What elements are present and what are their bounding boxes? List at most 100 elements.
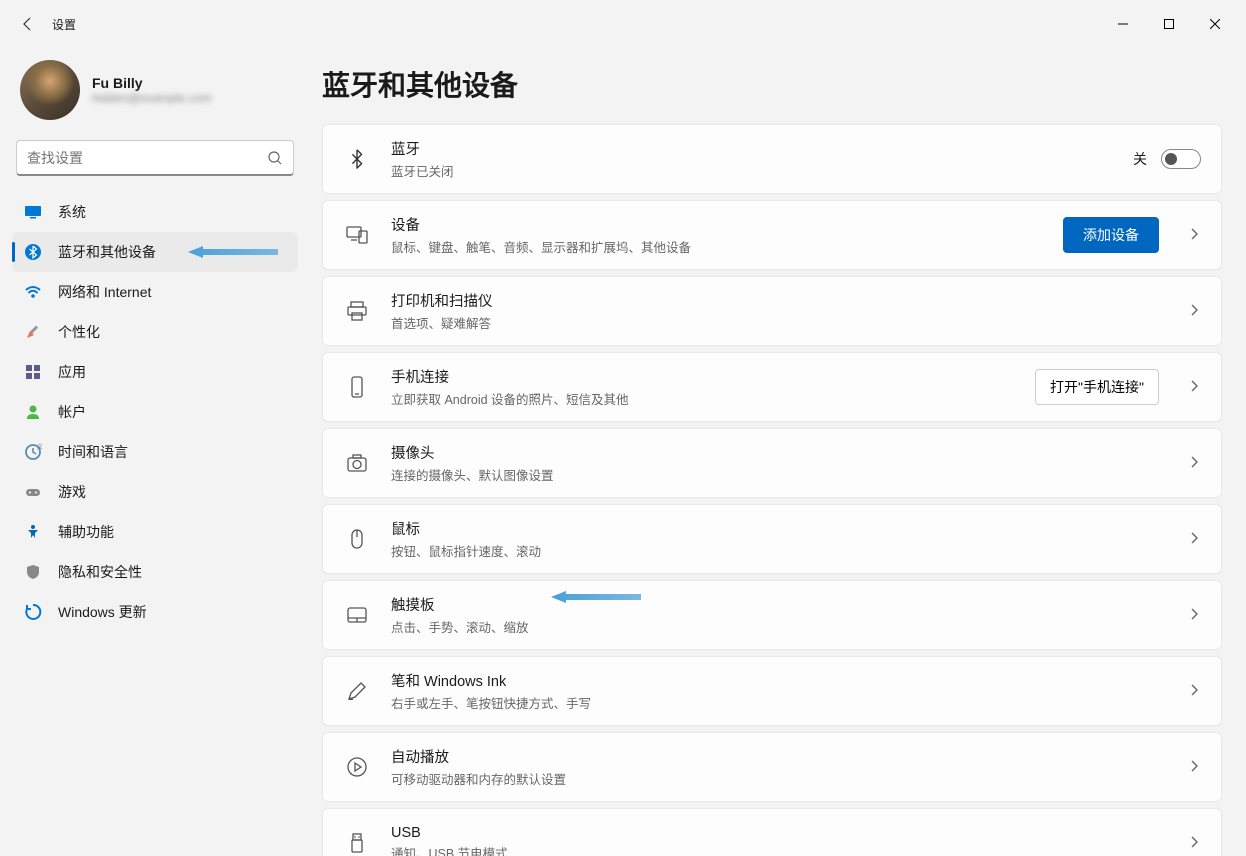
profile-name: Fu Billy xyxy=(92,75,212,91)
camera-desc: 连接的摄像头、默认图像设置 xyxy=(391,465,1173,484)
camera-title: 摄像头 xyxy=(391,442,1173,463)
mouse-desc: 按钮、鼠标指针速度、滚动 xyxy=(391,541,1173,560)
pen-card: 笔和 Windows Ink 右手或左手、笔按钮快捷方式、手写 xyxy=(322,656,1222,726)
usb-desc: 通知、USB 节电模式 xyxy=(391,843,1173,856)
sidebar-item-label: 游戏 xyxy=(58,482,86,502)
bluetooth-icon xyxy=(24,243,42,261)
sidebar-item-label: 网络和 Internet xyxy=(58,282,151,302)
devices-card: 设备 鼠标、键盘、触笔、音频、显示器和扩展坞、其他设备 添加设备 xyxy=(322,200,1222,270)
brush-icon xyxy=(24,323,42,341)
search-box[interactable] xyxy=(16,140,294,176)
touchpad-icon xyxy=(343,601,371,629)
search-input[interactable] xyxy=(27,150,267,166)
person-icon xyxy=(24,403,42,421)
printers-icon xyxy=(343,297,371,325)
sidebar-item-accessibility[interactable]: 辅助功能 xyxy=(12,512,298,552)
clock-icon: 文 xyxy=(24,443,42,461)
touchpad-row[interactable]: 触摸板 点击、手势、滚动、缩放 xyxy=(323,581,1221,649)
sidebar: Fu Billy hidden@example.com 系统 蓝牙和其他设备 网… xyxy=(0,48,310,856)
sidebar-item-label: Windows 更新 xyxy=(58,602,147,622)
sidebar-item-label: 个性化 xyxy=(58,322,100,342)
nav-list: 系统 蓝牙和其他设备 网络和 Internet 个性化 应用 帐户 文 时间和语… xyxy=(12,192,298,632)
devices-add-button[interactable]: 添加设备 xyxy=(1063,217,1159,253)
bluetooth-state-label: 关 xyxy=(1133,149,1147,169)
autoplay-row[interactable]: 自动播放 可移动驱动器和内存的默认设置 xyxy=(323,733,1221,801)
usb-card: USB 通知、USB 节电模式 xyxy=(322,808,1222,856)
sidebar-item-label: 系统 xyxy=(58,202,86,222)
printers-desc: 首选项、疑难解答 xyxy=(391,313,1173,332)
usb-title: USB xyxy=(391,825,1173,841)
sidebar-item-privacy[interactable]: 隐私和安全性 xyxy=(12,552,298,592)
sidebar-item-label: 隐私和安全性 xyxy=(58,562,142,582)
camera-icon xyxy=(343,449,371,477)
mouse-icon xyxy=(343,525,371,553)
minimize-icon xyxy=(1118,19,1128,29)
sidebar-item-update[interactable]: Windows 更新 xyxy=(12,592,298,632)
touchpad-title: 触摸板 xyxy=(391,594,1173,615)
arrow-left-icon xyxy=(20,16,36,32)
autoplay-title: 自动播放 xyxy=(391,746,1173,767)
autoplay-card: 自动播放 可移动驱动器和内存的默认设置 xyxy=(322,732,1222,802)
monitor-icon xyxy=(24,203,42,221)
phone-title: 手机连接 xyxy=(391,366,1035,387)
mouse-card: 鼠标 按钮、鼠标指针速度、滚动 xyxy=(322,504,1222,574)
shield-icon xyxy=(24,563,42,581)
sidebar-item-label: 蓝牙和其他设备 xyxy=(58,242,156,262)
bluetooth-toggle[interactable] xyxy=(1161,149,1201,169)
minimize-button[interactable] xyxy=(1100,8,1146,40)
camera-card: 摄像头 连接的摄像头、默认图像设置 xyxy=(322,428,1222,498)
phone-icon xyxy=(343,373,371,401)
devices-title: 设备 xyxy=(391,214,1063,235)
back-button[interactable] xyxy=(8,4,48,44)
sidebar-item-time[interactable]: 文 时间和语言 xyxy=(12,432,298,472)
sidebar-item-system[interactable]: 系统 xyxy=(12,192,298,232)
pen-title: 笔和 Windows Ink xyxy=(391,670,1173,691)
chevron-right-icon xyxy=(1187,531,1201,548)
chevron-right-icon xyxy=(1187,379,1201,396)
usb-row[interactable]: USB 通知、USB 节电模式 xyxy=(323,809,1221,856)
sidebar-item-label: 辅助功能 xyxy=(58,522,114,542)
chevron-right-icon xyxy=(1187,759,1201,776)
profile-section[interactable]: Fu Billy hidden@example.com xyxy=(12,56,298,136)
sidebar-item-accounts[interactable]: 帐户 xyxy=(12,392,298,432)
sidebar-item-personalize[interactable]: 个性化 xyxy=(12,312,298,352)
mouse-row[interactable]: 鼠标 按钮、鼠标指针速度、滚动 xyxy=(323,505,1221,573)
update-icon xyxy=(24,603,42,621)
devices-row[interactable]: 设备 鼠标、键盘、触笔、音频、显示器和扩展坞、其他设备 添加设备 xyxy=(323,201,1221,269)
camera-row[interactable]: 摄像头 连接的摄像头、默认图像设置 xyxy=(323,429,1221,497)
content-area: 蓝牙和其他设备 蓝牙 蓝牙已关闭 关 设备 鼠标、键盘、 xyxy=(310,48,1246,856)
sidebar-item-bluetooth[interactable]: 蓝牙和其他设备 xyxy=(12,232,298,272)
wifi-icon xyxy=(24,283,42,301)
chevron-right-icon xyxy=(1187,835,1201,852)
phone-desc: 立即获取 Android 设备的照片、短信及其他 xyxy=(391,389,1035,408)
pen-row[interactable]: 笔和 Windows Ink 右手或左手、笔按钮快捷方式、手写 xyxy=(323,657,1221,725)
maximize-button[interactable] xyxy=(1146,8,1192,40)
sidebar-item-label: 应用 xyxy=(58,362,86,382)
bluetooth-row[interactable]: 蓝牙 蓝牙已关闭 关 xyxy=(323,125,1221,193)
pen-icon xyxy=(343,677,371,705)
annotation-arrow xyxy=(551,590,641,604)
svg-text:文: 文 xyxy=(37,443,42,451)
chevron-right-icon xyxy=(1187,455,1201,472)
touchpad-desc: 点击、手势、滚动、缩放 xyxy=(391,617,1173,636)
phone-open-button[interactable]: 打开"手机连接" xyxy=(1035,369,1159,405)
printers-title: 打印机和扫描仪 xyxy=(391,290,1173,311)
app-title: 设置 xyxy=(52,16,76,33)
accessibility-icon xyxy=(24,523,42,541)
printers-row[interactable]: 打印机和扫描仪 首选项、疑难解答 xyxy=(323,277,1221,345)
usb-icon xyxy=(343,829,371,856)
devices-icon xyxy=(343,221,371,249)
close-button[interactable] xyxy=(1192,8,1238,40)
sidebar-item-network[interactable]: 网络和 Internet xyxy=(12,272,298,312)
sidebar-item-gaming[interactable]: 游戏 xyxy=(12,472,298,512)
bluetooth-icon xyxy=(343,145,371,173)
phone-row[interactable]: 手机连接 立即获取 Android 设备的照片、短信及其他 打开"手机连接" xyxy=(323,353,1221,421)
maximize-icon xyxy=(1164,19,1174,29)
devices-desc: 鼠标、键盘、触笔、音频、显示器和扩展坞、其他设备 xyxy=(391,237,1063,256)
apps-icon xyxy=(24,363,42,381)
phone-card: 手机连接 立即获取 Android 设备的照片、短信及其他 打开"手机连接" xyxy=(322,352,1222,422)
annotation-arrow xyxy=(188,245,278,259)
sidebar-item-apps[interactable]: 应用 xyxy=(12,352,298,392)
close-icon xyxy=(1210,19,1220,29)
pen-desc: 右手或左手、笔按钮快捷方式、手写 xyxy=(391,693,1173,712)
